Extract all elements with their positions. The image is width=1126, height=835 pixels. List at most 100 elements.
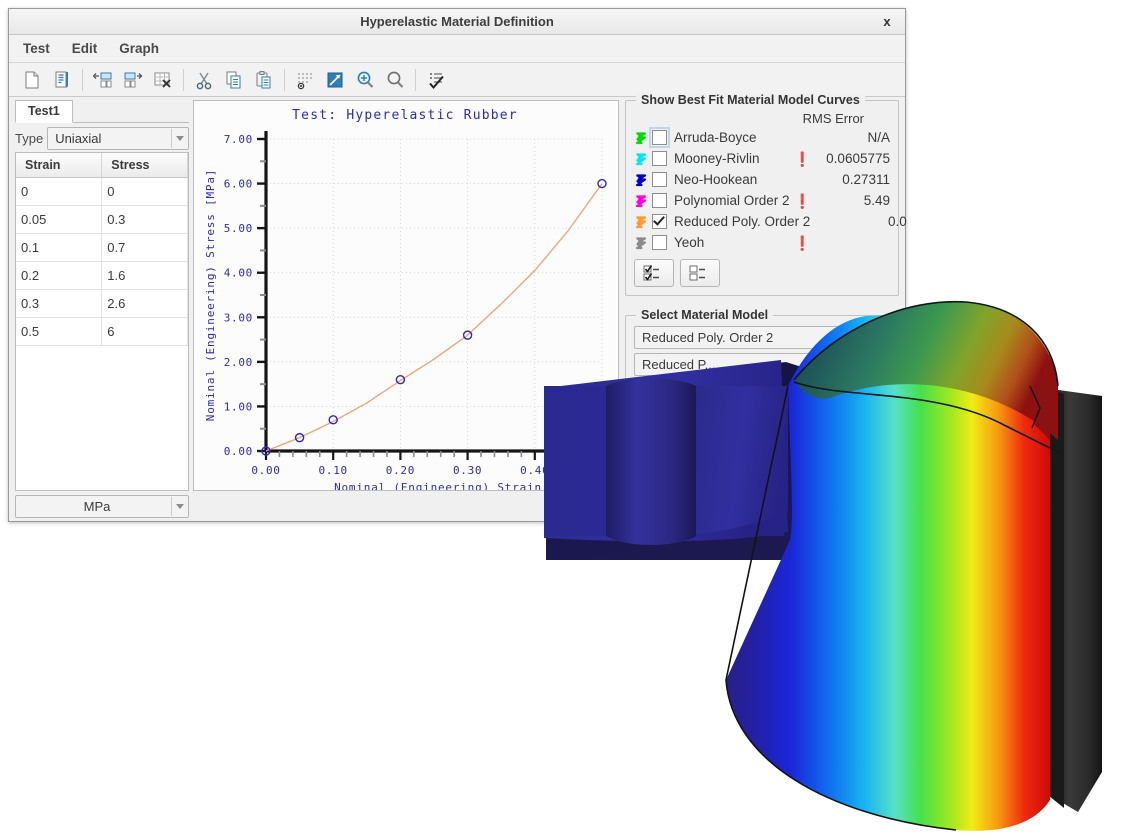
close-icon[interactable]: x <box>877 9 897 34</box>
toolbar <box>9 63 905 97</box>
menu-edit[interactable]: Edit <box>72 41 98 56</box>
model-label: Mooney-Rivlin <box>674 151 760 166</box>
svg-text:0.00: 0.00 <box>224 445 253 458</box>
cell-stress[interactable]: 6 <box>101 317 188 346</box>
curve-color-icon <box>634 152 648 166</box>
svg-text:6.00: 6.00 <box>224 178 253 191</box>
select-all-button[interactable] <box>634 259 674 287</box>
model-row[interactable]: Polynomial Order 2 ❗ 5.49 <box>634 190 890 211</box>
table-row[interactable]: 0.5 6 <box>16 317 188 346</box>
open-document-icon[interactable] <box>48 66 76 94</box>
svg-text:0.50: 0.50 <box>587 464 616 477</box>
cell-stress[interactable]: 0.7 <box>101 233 188 262</box>
rms-cell: ❗N/A <box>794 130 890 145</box>
copy-icon[interactable] <box>220 66 248 94</box>
rms-cell: ❗ 0.0605775 <box>794 151 890 166</box>
rms-cell: ❗0.27311 <box>794 172 890 187</box>
model-checkbox[interactable] <box>652 214 667 229</box>
svg-text:0.40: 0.40 <box>520 464 549 477</box>
selection-buttons <box>634 259 890 287</box>
test-tabs: Test1 <box>15 100 189 123</box>
table-row[interactable]: 0.05 0.3 <box>16 205 188 234</box>
column-header-strain: Strain <box>16 153 103 178</box>
cell-stress[interactable]: 2.6 <box>101 289 188 318</box>
curves-group-title: Show Best Fit Material Model Curves <box>636 93 865 107</box>
delete-row-icon[interactable] <box>149 66 177 94</box>
stress-strain-chart[interactable]: Test: Hyperelastic Rubber 0.00 1.00 2.00 3.… <box>193 100 619 491</box>
chart-canvas: Test: Hyperelastic Rubber 0.00 1.00 2.00 3.… <box>194 101 616 491</box>
model-label: Yeoh <box>674 235 705 250</box>
cell-strain[interactable]: 0 <box>16 177 103 206</box>
zoom-fit-icon[interactable] <box>381 66 409 94</box>
rms-cell: ❗ 5.49 <box>794 193 890 208</box>
cell-stress[interactable]: 0 <box>101 177 188 206</box>
model-label: Polynomial Order 2 <box>674 193 790 208</box>
new-document-icon[interactable] <box>18 66 46 94</box>
svg-text:5.00: 5.00 <box>224 222 253 235</box>
model-list: Arruda-Boyce ❗N/A Mooney-Rivlin ❗ 0.0605775 N… <box>634 127 907 253</box>
table-row[interactable]: 00 <box>16 177 188 206</box>
curve-color-icon <box>634 173 648 187</box>
menu-test[interactable]: Test <box>23 41 50 56</box>
dialog-content: Test1 Type Uniaxial Strain Stress 0 0 0.… <box>9 93 907 521</box>
rms-cell: ❗0.0 <box>810 214 907 229</box>
cell-strain[interactable]: 0.5 <box>16 317 103 346</box>
material-model-select[interactable]: Reduced Poly. Order 2 <box>634 326 890 349</box>
table-row[interactable]: 0.3 2.6 <box>16 289 188 318</box>
svg-text:0.20: 0.20 <box>386 464 415 477</box>
rms-value: 0.0605775 <box>826 151 890 166</box>
cell-strain[interactable]: 0.1 <box>16 233 103 262</box>
model-checkbox[interactable] <box>649 127 670 148</box>
cell-strain[interactable]: 0.05 <box>16 205 103 234</box>
model-row[interactable]: Yeoh ❗ <box>634 232 890 253</box>
show-points-icon[interactable] <box>291 66 319 94</box>
cell-strain[interactable]: 0.2 <box>16 261 103 290</box>
type-select[interactable]: Uniaxial <box>47 126 189 150</box>
toolbar-separator <box>284 68 285 91</box>
toolbar-separator <box>82 68 83 91</box>
chart-x-axis-label: Nominal (Engineering) Strain <box>334 481 542 491</box>
insert-row-after-icon[interactable] <box>119 66 147 94</box>
cell-strain[interactable]: 0.3 <box>16 289 103 318</box>
model-checkbox[interactable] <box>652 193 667 208</box>
model-row[interactable]: Mooney-Rivlin ❗ 0.0605775 <box>634 148 890 169</box>
model-row[interactable]: Reduced Poly. Order 2❗0.0 <box>634 211 907 232</box>
menu-graph[interactable]: Graph <box>119 41 159 56</box>
warning-icon: ❗ <box>793 150 811 167</box>
model-checkbox[interactable] <box>652 235 667 250</box>
material-model-panel: Show Best Fit Material Model Curves RMS … <box>625 93 907 491</box>
model-checkbox[interactable] <box>652 151 667 166</box>
show-curve-icon[interactable] <box>321 66 349 94</box>
check-data-icon[interactable] <box>422 66 450 94</box>
model-label: Arruda-Boyce <box>674 130 757 145</box>
rms-value: 0.0 <box>887 214 907 229</box>
strain-stress-grid[interactable]: Strain Stress 0 0 0.05 0.3 0.1 0.7 0.2 1.6 0.3 2.… <box>15 152 189 491</box>
model-row[interactable]: Neo-Hookean ❗0.27311 <box>634 169 890 190</box>
rms-cell: ❗ <box>794 236 890 250</box>
deselect-all-button[interactable] <box>680 259 720 287</box>
material-model-select-value: Reduced Poly. Order 2 <box>642 330 774 345</box>
table-row[interactable]: 0.2 1.6 <box>16 261 188 290</box>
chevron-down-icon <box>171 497 188 516</box>
table-row[interactable]: 0.1 0.7 <box>16 233 188 262</box>
cell-stress[interactable]: 0.3 <box>101 205 188 234</box>
svg-text:7.00: 7.00 <box>224 133 253 146</box>
svg-text:0.30: 0.30 <box>453 464 482 477</box>
material-model-select-secondary[interactable]: Reduced P... <box>634 353 890 376</box>
rms-value: 0.27311 <box>842 172 890 187</box>
cut-icon[interactable] <box>190 66 218 94</box>
insert-row-before-icon[interactable] <box>89 66 117 94</box>
units-select-value: MPa <box>83 499 111 514</box>
column-header-stress: Stress <box>101 153 188 178</box>
cell-stress[interactable]: 1.6 <box>101 261 188 290</box>
curve-color-icon <box>634 236 648 250</box>
paste-icon[interactable] <box>250 66 278 94</box>
model-row[interactable]: Arruda-Boyce ❗N/A <box>634 127 890 148</box>
units-select[interactable]: MPa <box>15 495 189 518</box>
tab-test1[interactable]: Test1 <box>15 100 73 123</box>
warning-icon: ❗ <box>793 234 811 251</box>
zoom-in-icon[interactable] <box>351 66 379 94</box>
type-label: Type <box>15 130 44 146</box>
model-checkbox[interactable] <box>652 172 667 187</box>
menu-bar: Test Edit Graph <box>9 35 905 63</box>
